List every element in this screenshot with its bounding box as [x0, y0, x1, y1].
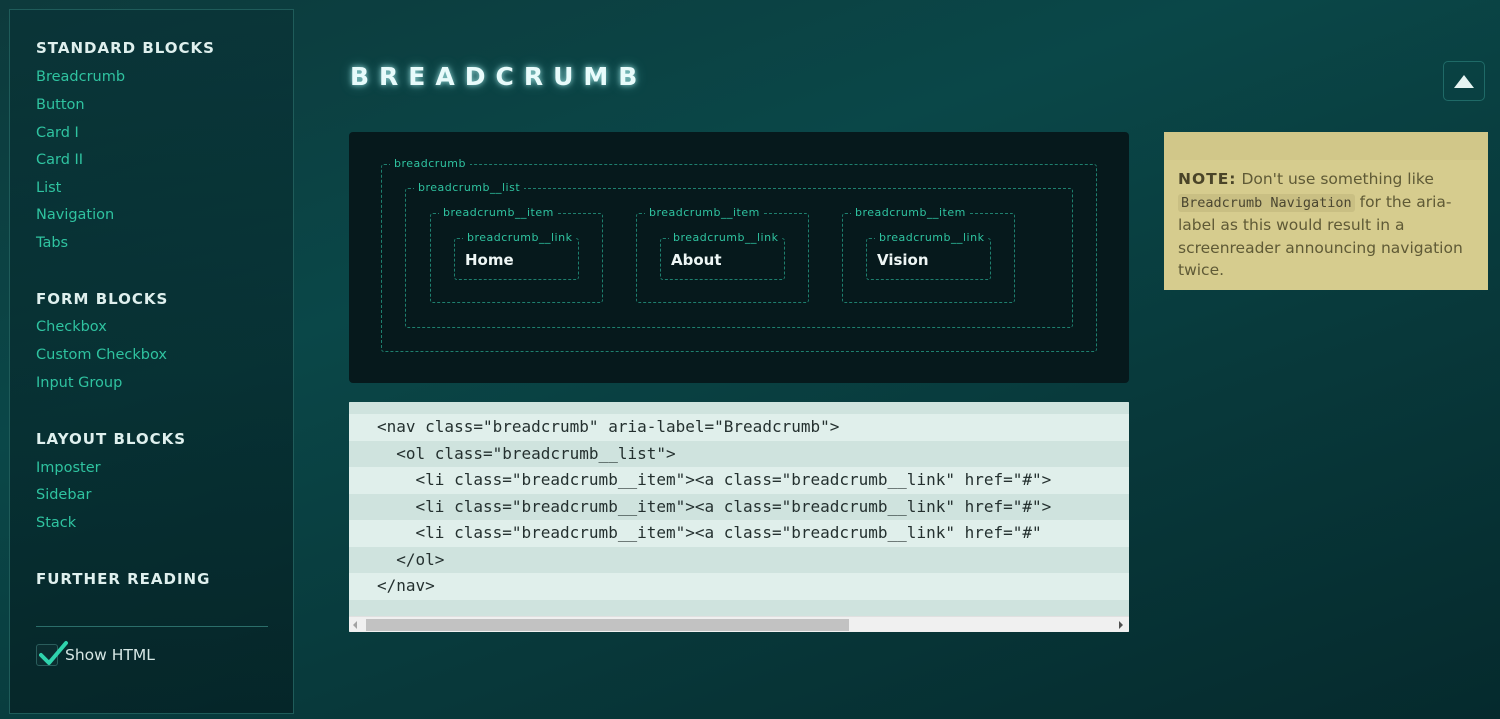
breadcrumb-link-outline: breadcrumb__link Home [454, 231, 579, 280]
breadcrumb-demo: breadcrumb breadcrumb__list breadcrumb__… [349, 132, 1129, 383]
breadcrumb-item-label: breadcrumb__item [851, 206, 970, 220]
breadcrumb-link-label: breadcrumb__link [669, 231, 783, 245]
breadcrumb-item-outline: breadcrumb__item breadcrumb__link Vision [842, 206, 1015, 303]
breadcrumb-link-outline: breadcrumb__link Vision [866, 231, 991, 280]
code-line: </nav> [349, 573, 1129, 600]
breadcrumb-list-label: breadcrumb__list [414, 181, 525, 195]
scroll-to-top-button[interactable] [1443, 61, 1485, 101]
show-html-toggle[interactable]: Show HTML [36, 641, 155, 666]
sidebar-item-breadcrumb[interactable]: Breadcrumb [36, 69, 125, 85]
code-line: <li class="breadcrumb__item"><a class="b… [349, 467, 1129, 494]
sidebar-item-card-i[interactable]: Card I [36, 125, 79, 141]
note-band [1164, 132, 1488, 160]
code-line: </ol> [349, 546, 1129, 573]
breadcrumb-label: breadcrumb [390, 157, 470, 171]
section-title-standard-blocks: STANDARD BLOCKS [36, 39, 215, 57]
sidebar-item-sidebar[interactable]: Sidebar [36, 487, 91, 503]
breadcrumb-item-label: breadcrumb__item [439, 206, 558, 220]
horizontal-scrollbar[interactable] [349, 616, 1129, 632]
breadcrumb-item-label: breadcrumb__item [645, 206, 764, 220]
scrollbar-thumb[interactable] [366, 619, 849, 631]
note-inline-code: Breadcrumb Navigation [1178, 193, 1355, 212]
breadcrumb-item-outline: breadcrumb__item breadcrumb__link About [636, 206, 809, 303]
section-title-layout-blocks: LAYOUT BLOCKS [36, 430, 187, 448]
show-html-label: Show HTML [65, 646, 155, 664]
code-line: <ol class="breadcrumb__list"> [349, 440, 1129, 467]
breadcrumb-list-outline: breadcrumb__list breadcrumb__item breadc… [405, 181, 1073, 328]
sidebar-item-navigation[interactable]: Navigation [36, 207, 114, 223]
scroll-right-arrow-icon[interactable] [1119, 621, 1123, 629]
breadcrumb-link-label: breadcrumb__link [463, 231, 577, 245]
sidebar-item-card-ii[interactable]: Card II [36, 152, 83, 168]
html-code-block: <nav class="breadcrumb" aria-label="Brea… [349, 402, 1129, 632]
sidebar-item-list[interactable]: List [36, 180, 61, 196]
section-title-further-reading[interactable]: FURTHER READING [36, 570, 210, 588]
sidebar-item-input-group[interactable]: Input Group [36, 375, 122, 391]
section-title-form-blocks: FORM BLOCKS [36, 290, 169, 308]
sidebar-item-custom-checkbox[interactable]: Custom Checkbox [36, 347, 167, 363]
breadcrumb-link-outline: breadcrumb__link About [660, 231, 785, 280]
code-line: <li class="breadcrumb__item"><a class="b… [349, 520, 1129, 547]
checkmark-icon [39, 641, 68, 665]
sidebar-item-checkbox[interactable]: Checkbox [36, 319, 107, 335]
sidebar-item-stack[interactable]: Stack [36, 515, 76, 531]
breadcrumb-outline: breadcrumb breadcrumb__list breadcrumb__… [381, 157, 1097, 352]
note-text-before: Don't use something like [1236, 170, 1434, 188]
sidebar-divider [36, 626, 268, 627]
code-line: <nav class="breadcrumb" aria-label="Brea… [349, 414, 1129, 441]
page-title: BREADCRUMB [350, 62, 648, 91]
breadcrumb-link-about[interactable]: About [671, 251, 722, 269]
code-line: <li class="breadcrumb__item"><a class="b… [349, 493, 1129, 520]
sidebar-item-tabs[interactable]: Tabs [36, 235, 68, 251]
sidebar-item-imposter[interactable]: Imposter [36, 460, 101, 476]
code-padding [349, 402, 1129, 414]
breadcrumb-link-home[interactable]: Home [465, 251, 514, 269]
note-callout: NOTE: Don't use something like Breadcrum… [1164, 132, 1488, 290]
triangle-up-icon [1454, 74, 1474, 88]
note-label: NOTE: [1178, 170, 1237, 188]
breadcrumb-link-label: breadcrumb__link [875, 231, 989, 245]
code-padding [349, 599, 1129, 616]
note-text: NOTE: Don't use something like Breadcrum… [1178, 168, 1478, 282]
sidebar: STANDARD BLOCKS Breadcrumb Button Card I… [9, 9, 294, 714]
breadcrumb-item-outline: breadcrumb__item breadcrumb__link Home [430, 206, 603, 303]
sidebar-item-button[interactable]: Button [36, 97, 85, 113]
breadcrumb-link-vision[interactable]: Vision [877, 251, 929, 269]
show-html-checkbox[interactable] [36, 641, 68, 666]
scroll-left-arrow-icon[interactable] [353, 621, 357, 629]
